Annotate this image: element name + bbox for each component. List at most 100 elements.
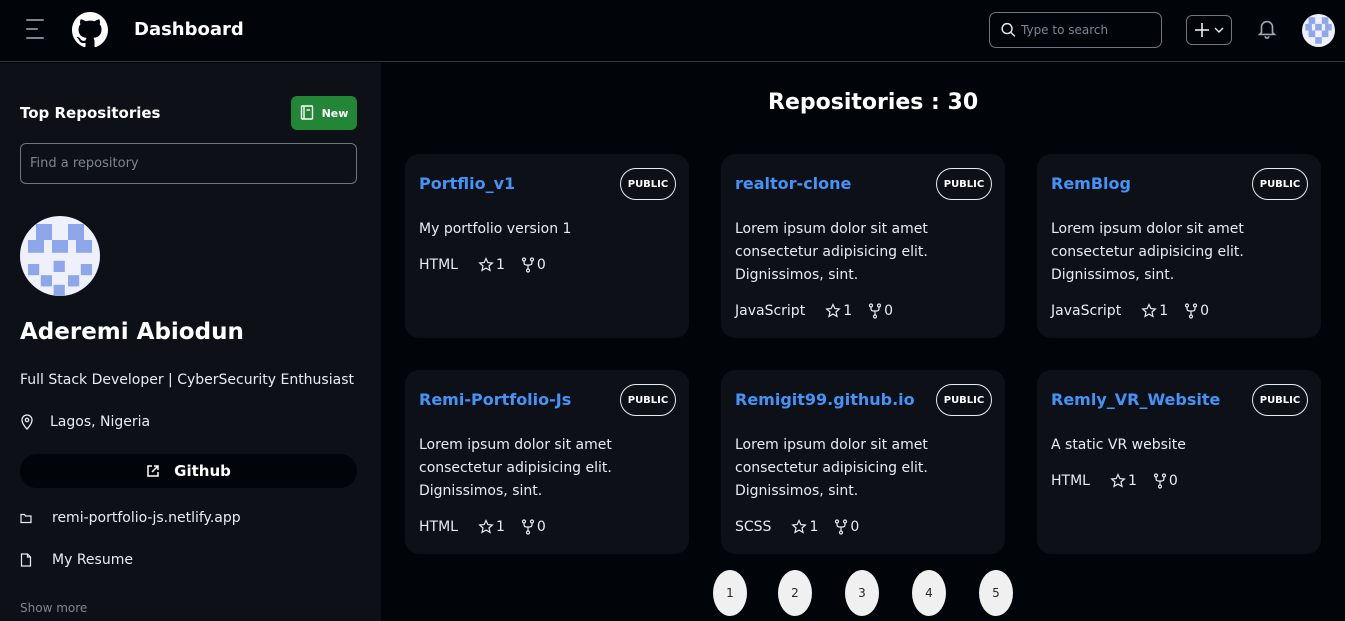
new-button-label: New	[321, 106, 349, 120]
document-icon	[20, 553, 32, 567]
resume-link-label: My Resume	[52, 552, 133, 568]
repo-description: Lorem ipsum dolor sit amet consectetur a…	[1051, 221, 1244, 283]
repo-card: Remly_VR_Website PUBLIC A static VR webs…	[1037, 370, 1321, 554]
repositories-heading: Repositories : 30	[768, 90, 979, 115]
fork-icon	[521, 257, 534, 273]
repo-stars[interactable]: 1	[791, 519, 818, 535]
new-repository-button[interactable]: New	[291, 96, 357, 130]
page-title: Dashboard	[134, 19, 244, 40]
repo-forks[interactable]: 0	[1153, 473, 1178, 489]
page-button-5[interactable]: 5	[979, 570, 1013, 616]
star-count: 1	[843, 303, 853, 319]
find-repository-input[interactable]	[30, 156, 330, 171]
repo-card: RemBlog PUBLIC Lorem ipsum dolor sit ame…	[1037, 154, 1321, 338]
user-avatar[interactable]	[1302, 14, 1335, 47]
visibility-badge: PUBLIC	[936, 168, 992, 200]
page-button-3[interactable]: 3	[845, 570, 879, 616]
profile-name: Aderemi Abiodun	[20, 319, 244, 345]
fork-count: 0	[850, 519, 860, 535]
repo-meta: HTML 1 0	[419, 257, 562, 273]
repo-meta: JavaScript 1 0	[1051, 303, 1225, 319]
visibility-badge: PUBLIC	[620, 168, 676, 200]
location-text: Lagos, Nigeria	[50, 414, 151, 430]
resume-link[interactable]: My Resume	[20, 552, 133, 568]
fork-count: 0	[884, 303, 894, 319]
repo-description: Lorem ipsum dolor sit amet consectetur a…	[419, 437, 612, 499]
github-logo-icon[interactable]	[72, 12, 108, 48]
notification-bell-icon[interactable]	[1256, 16, 1278, 40]
visibility-badge: PUBLIC	[1252, 384, 1308, 416]
star-icon	[478, 519, 494, 534]
repo-language: HTML	[1051, 473, 1090, 489]
location-pin-icon	[21, 414, 33, 430]
visibility-badge: PUBLIC	[620, 384, 676, 416]
repo-language: JavaScript	[1051, 303, 1122, 319]
repo-language: HTML	[419, 519, 458, 535]
repo-language: HTML	[419, 257, 458, 273]
repo-forks[interactable]: 0	[521, 519, 546, 535]
search-box[interactable]	[989, 12, 1162, 48]
repo-description: Lorem ipsum dolor sit amet consectetur a…	[735, 437, 928, 499]
create-new-button[interactable]	[1186, 15, 1232, 45]
repo-stars[interactable]: 1	[1141, 303, 1168, 319]
profile-location: Lagos, Nigeria	[20, 414, 150, 430]
repo-stars[interactable]: 1	[478, 257, 505, 273]
repo-stars[interactable]: 1	[1110, 473, 1137, 489]
profile-bio: Full Stack Developer | CyberSecurity Ent…	[20, 372, 354, 388]
sidebar: Top Repositories New Aderemi Abiodun Ful…	[0, 63, 381, 621]
repo-name-link[interactable]: Remigit99.github.io	[735, 390, 915, 409]
top-repositories-heading: Top Repositories	[20, 104, 161, 122]
repo-stars[interactable]: 1	[478, 519, 505, 535]
fork-icon	[521, 519, 534, 535]
repo-language: SCSS	[735, 519, 772, 535]
fork-count: 0	[536, 257, 546, 273]
star-icon	[478, 257, 494, 272]
page-button-1[interactable]: 1	[713, 570, 747, 616]
external-link-icon	[147, 465, 159, 477]
repo-forks[interactable]: 0	[868, 303, 893, 319]
repo-stars[interactable]: 1	[825, 303, 852, 319]
search-icon	[1001, 22, 1016, 37]
website-link-label: remi-portfolio-js.netlify.app	[52, 510, 241, 526]
page-button-2[interactable]: 2	[778, 570, 812, 616]
plus-icon	[1195, 23, 1209, 37]
search-input[interactable]	[1021, 23, 1161, 37]
repo-name-link[interactable]: realtor-clone	[735, 174, 851, 193]
top-navbar: Dashboard	[0, 0, 1345, 62]
star-icon	[825, 303, 841, 318]
repo-name-link[interactable]: Portflio_v1	[419, 174, 515, 193]
github-button-label: Github	[174, 462, 231, 480]
profile-avatar	[20, 216, 100, 296]
star-count: 1	[1127, 473, 1137, 489]
github-link-button[interactable]: Github	[20, 454, 357, 488]
repo-description: My portfolio version 1	[419, 221, 572, 237]
star-icon	[1110, 473, 1126, 488]
repo-card: Remigit99.github.io PUBLIC Lorem ipsum d…	[721, 370, 1005, 554]
repo-language: JavaScript	[735, 303, 806, 319]
page-button-4[interactable]: 4	[912, 570, 946, 616]
star-icon	[791, 519, 808, 534]
website-link[interactable]: remi-portfolio-js.netlify.app	[20, 510, 241, 526]
repo-meta: HTML 1 0	[1051, 473, 1194, 489]
repo-description: A static VR website	[1051, 437, 1186, 453]
fork-icon	[869, 303, 882, 319]
repo-forks[interactable]: 0	[834, 519, 859, 535]
repo-name-link[interactable]: Remly_VR_Website	[1051, 390, 1220, 409]
repo-card: realtor-clone PUBLIC Lorem ipsum dolor s…	[721, 154, 1005, 338]
repo-card: Portflio_v1 PUBLIC My portfolio version …	[405, 154, 689, 338]
hamburger-menu-icon[interactable]	[26, 19, 44, 39]
star-icon	[1141, 303, 1157, 318]
show-more-link[interactable]: Show more	[20, 601, 87, 615]
fork-icon	[1185, 303, 1198, 319]
repo-forks[interactable]: 0	[1184, 303, 1209, 319]
fork-count: 0	[1200, 303, 1210, 319]
find-repository-box[interactable]	[20, 143, 357, 184]
repo-book-icon	[300, 105, 313, 120]
fork-icon	[1153, 473, 1166, 489]
repo-name-link[interactable]: RemBlog	[1051, 174, 1131, 193]
star-count: 1	[495, 257, 505, 273]
fork-count: 0	[1168, 473, 1178, 489]
repo-forks[interactable]: 0	[521, 257, 546, 273]
repo-description: Lorem ipsum dolor sit amet consectetur a…	[735, 221, 928, 283]
repo-name-link[interactable]: Remi-Portfolio-Js	[419, 390, 571, 409]
